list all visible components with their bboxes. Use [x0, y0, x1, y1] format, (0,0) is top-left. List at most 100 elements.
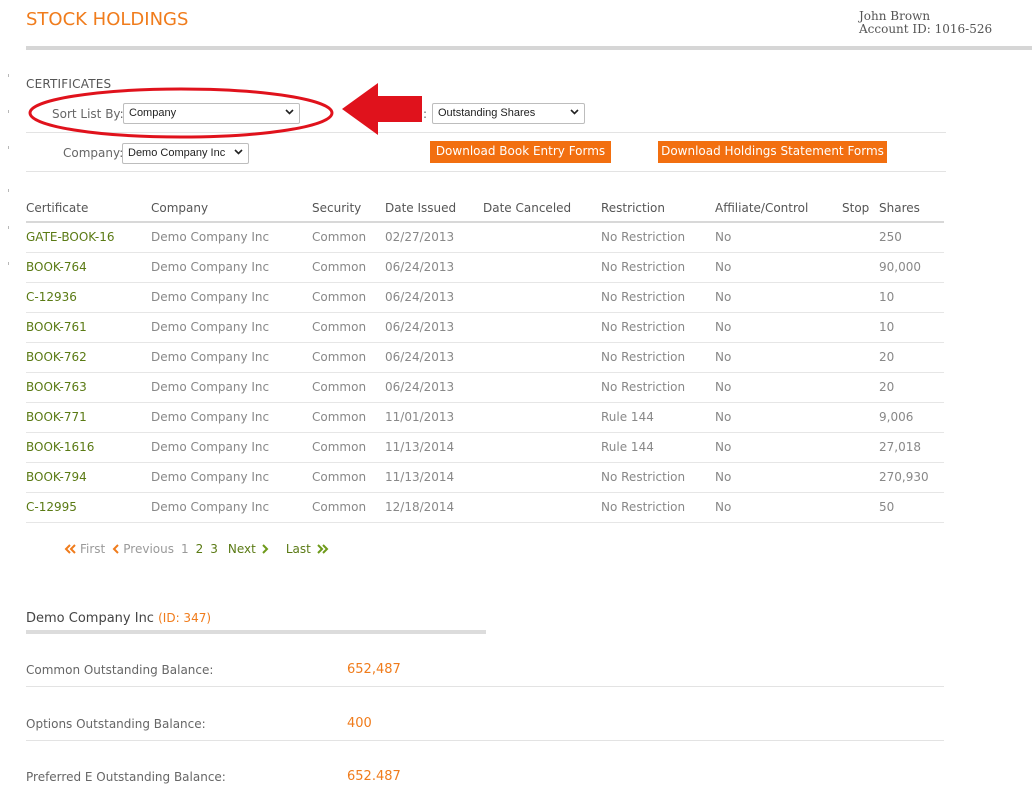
stop-cell	[842, 462, 879, 493]
shares-cell: 20	[879, 372, 944, 403]
next-label: Next	[227, 542, 256, 556]
certificate-cell[interactable]: C-12995	[26, 492, 151, 523]
last-page-link[interactable]: Last	[286, 542, 332, 556]
stop-cell	[842, 372, 879, 403]
date-canceled-cell	[483, 282, 601, 313]
certificate-cell[interactable]: C-12936	[26, 282, 151, 313]
table-row: BOOK-762 Demo Company Inc Common 06/24/2013…	[26, 342, 944, 373]
security-cell: Common	[312, 372, 385, 403]
date-issued-cell: 11/13/2014	[385, 462, 483, 493]
restriction-cell: No Restriction	[601, 312, 715, 343]
company-cell: Demo Company Inc	[151, 282, 312, 313]
company-filter-label: Company:	[63, 146, 124, 160]
date-canceled-cell	[483, 492, 601, 523]
stop-cell	[842, 492, 879, 523]
double-chevron-left-icon	[64, 544, 76, 554]
date-canceled-cell	[483, 372, 601, 403]
page-2-link[interactable]: 2	[196, 542, 204, 556]
certificate-cell[interactable]: BOOK-763	[26, 372, 151, 403]
restriction-cell: No Restriction	[601, 492, 715, 523]
table-row: BOOK-761 Demo Company Inc Common 06/24/2013…	[26, 312, 944, 343]
download-holdings-statement-button[interactable]: Download Holdings Statement Forms	[658, 141, 887, 163]
column-header-date-issued[interactable]: Date Issued	[385, 192, 483, 223]
chevron-down-icon	[234, 148, 243, 156]
restriction-cell: Rule 144	[601, 402, 715, 433]
column-header-company[interactable]: Company	[151, 192, 312, 223]
shares-filter-value: Outstanding Shares	[438, 107, 536, 119]
company-filter-select[interactable]: Demo Company Inc	[122, 143, 249, 164]
column-header-date-canceled[interactable]: Date Canceled	[483, 192, 601, 223]
table-row: BOOK-771 Demo Company Inc Common 11/01/2013…	[26, 402, 944, 433]
table-header-row: Certificate Company Security Date Issued Dat…	[26, 192, 944, 223]
restriction-cell: No Restriction	[601, 372, 715, 403]
company-cell: Demo Company Inc	[151, 402, 312, 433]
security-cell: Common	[312, 402, 385, 433]
preferred-e-balance-value: 652.487	[347, 769, 401, 784]
shares-cell: 20	[879, 342, 944, 373]
restriction-cell: No Restriction	[601, 462, 715, 493]
user-info: John Brown Account ID: 1016-526	[859, 10, 992, 36]
security-cell: Common	[312, 492, 385, 523]
table-row: BOOK-794 Demo Company Inc Common 11/13/2014…	[26, 462, 944, 493]
summary-title: Demo Company Inc (ID: 347)	[26, 611, 211, 626]
date-issued-cell: 02/27/2013	[385, 222, 483, 253]
shares-filter-select[interactable]: Outstanding Shares	[432, 103, 585, 124]
restriction-cell: No Restriction	[601, 252, 715, 283]
first-page-link[interactable]: First	[64, 542, 105, 556]
certificate-cell[interactable]: BOOK-1616	[26, 432, 151, 463]
certificate-cell[interactable]: BOOK-771	[26, 402, 151, 433]
company-cell: Demo Company Inc	[151, 312, 312, 343]
company-cell: Demo Company Inc	[151, 372, 312, 403]
affiliate-control-cell: No	[715, 372, 842, 403]
options-balance-value: 400	[347, 716, 372, 731]
date-issued-cell: 06/24/2013	[385, 342, 483, 373]
stop-cell	[842, 432, 879, 463]
stop-cell	[842, 222, 879, 253]
summary-divider	[26, 630, 486, 634]
chevron-down-icon	[570, 108, 579, 116]
page-title: STOCK HOLDINGS	[26, 9, 189, 30]
certificate-cell[interactable]: BOOK-761	[26, 312, 151, 343]
shares-cell: 10	[879, 312, 944, 343]
certificates-table: Certificate Company Security Date Issued Dat…	[26, 192, 944, 523]
column-header-affiliate-control[interactable]: Affiliate/Control	[715, 192, 842, 223]
stop-cell	[842, 342, 879, 373]
date-issued-cell: 12/18/2014	[385, 492, 483, 523]
certificate-cell[interactable]: BOOK-764	[26, 252, 151, 283]
column-header-restriction[interactable]: Restriction	[601, 192, 715, 223]
shares-cell: 10	[879, 282, 944, 313]
column-header-stop[interactable]: Stop	[842, 192, 879, 223]
account-id: Account ID: 1016-526	[859, 22, 993, 36]
company-filter-value: Demo Company Inc	[128, 147, 226, 159]
download-book-entry-button[interactable]: Download Book Entry Forms	[430, 141, 611, 163]
header-divider	[26, 46, 1032, 50]
common-balance-label: Common Outstanding Balance:	[26, 663, 214, 677]
page-3-link[interactable]: 3	[210, 542, 218, 556]
date-canceled-cell	[483, 342, 601, 373]
column-header-shares[interactable]: Shares	[879, 192, 944, 223]
shares-cell: 9,006	[879, 402, 944, 433]
certificate-cell[interactable]: BOOK-794	[26, 462, 151, 493]
company-cell: Demo Company Inc	[151, 342, 312, 373]
company-cell: Demo Company Inc	[151, 222, 312, 253]
certificate-cell[interactable]: BOOK-762	[26, 342, 151, 373]
shares-cell: 270,930	[879, 462, 944, 493]
options-balance-label: Options Outstanding Balance:	[26, 717, 206, 731]
double-chevron-right-icon	[317, 544, 329, 554]
first-label: First	[80, 542, 106, 556]
stop-cell	[842, 312, 879, 343]
date-canceled-cell	[483, 252, 601, 283]
previous-page-link[interactable]: Previous	[112, 542, 174, 556]
next-page-link[interactable]: Next	[228, 542, 272, 556]
stop-cell	[842, 282, 879, 313]
date-canceled-cell	[483, 402, 601, 433]
preferred-e-balance-label: Preferred E Outstanding Balance:	[26, 770, 226, 784]
security-cell: Common	[312, 282, 385, 313]
table-row: C-12995 Demo Company Inc Common 12/18/2014 N…	[26, 492, 944, 523]
column-header-security[interactable]: Security	[312, 192, 385, 223]
column-header-certificate[interactable]: Certificate	[26, 192, 151, 223]
date-canceled-cell	[483, 222, 601, 253]
certificate-cell[interactable]: GATE-BOOK-16	[26, 222, 151, 253]
affiliate-control-cell: No	[715, 312, 842, 343]
page-1-link[interactable]: 1	[181, 542, 189, 556]
